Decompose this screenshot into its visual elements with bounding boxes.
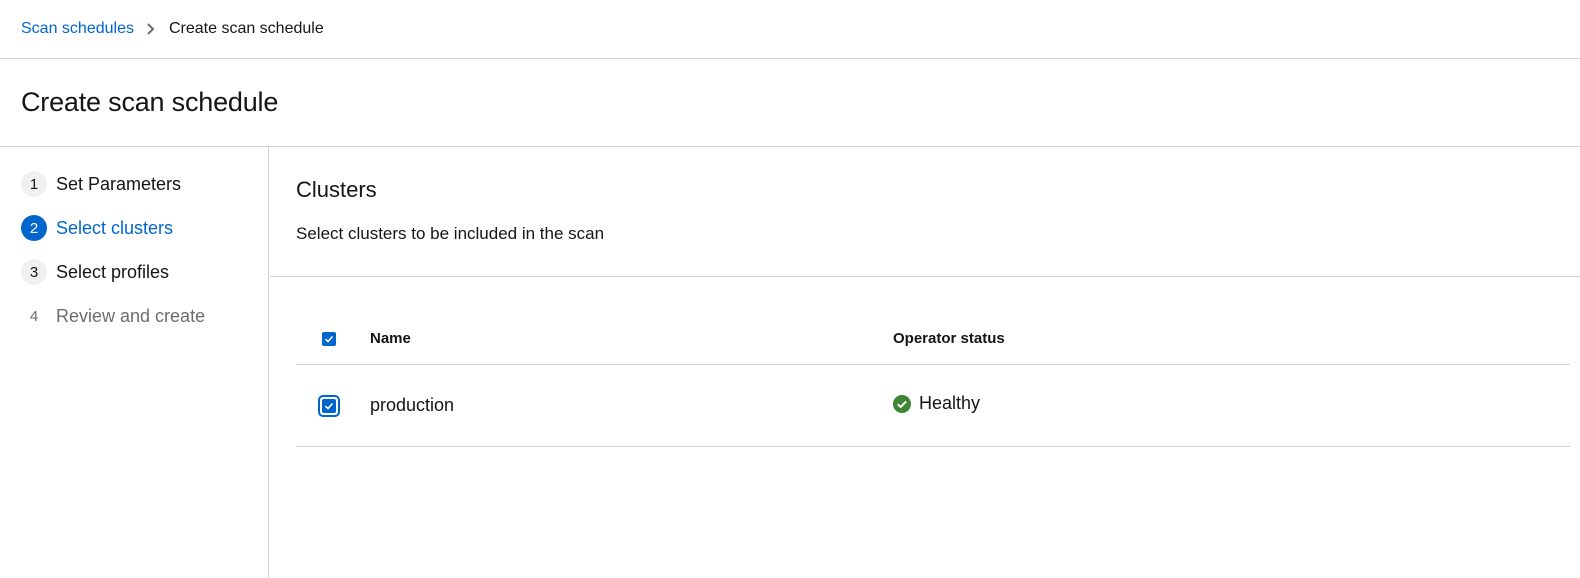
cluster-name: production <box>370 395 455 415</box>
wizard-step-review-and-create: 4 Review and create <box>0 303 268 329</box>
wizard-main: Clusters Select clusters to be included … <box>270 147 1580 578</box>
chevron-right-icon <box>146 23 155 35</box>
breadcrumb: Scan schedules Create scan schedule <box>0 0 1580 59</box>
checkmark-icon <box>324 402 334 410</box>
section-title: Clusters <box>296 177 377 202</box>
breadcrumb-current: Create scan schedule <box>168 20 324 37</box>
check-circle-icon <box>893 394 911 413</box>
page-title: Create scan schedule <box>21 87 279 117</box>
table-row: production Healthy <box>296 365 1570 447</box>
wizard-step-select-clusters[interactable]: 2 Select clusters <box>0 215 268 241</box>
step-label: Set Parameters <box>56 173 182 194</box>
step-number: 2 <box>21 215 47 241</box>
wizard-nav: 1 Set Parameters 2 Select clusters 3 Sel… <box>0 147 269 578</box>
page-header: Create scan schedule <box>0 59 1580 147</box>
column-header-name[interactable]: Name <box>370 330 893 347</box>
select-all-cell <box>296 331 370 346</box>
row-select-cell <box>296 394 370 417</box>
step-number: 1 <box>21 171 47 197</box>
step-label: Select profiles <box>56 261 170 282</box>
table-header: Name Operator status <box>296 313 1570 365</box>
clusters-table: Name Operator status production Healthy <box>296 313 1570 447</box>
step-number: 3 <box>21 259 47 285</box>
checkbox-fill <box>322 398 336 413</box>
step-label: Review and create <box>56 305 206 326</box>
breadcrumb-link-scan-schedules[interactable]: Scan schedules <box>21 20 134 38</box>
status-label: Healthy <box>919 393 981 413</box>
wizard-step-set-parameters[interactable]: 1 Set Parameters <box>0 171 268 197</box>
select-all-checkbox[interactable] <box>322 331 336 346</box>
wizard-step-select-profiles[interactable]: 3 Select profiles <box>0 259 268 285</box>
operator-status-cell: Healthy <box>893 393 1570 414</box>
step-label: Select clusters <box>56 217 174 238</box>
checkmark-icon <box>324 335 334 343</box>
section-header: Clusters Select clusters to be included … <box>270 147 1580 277</box>
step-number: 4 <box>29 307 39 325</box>
row-checkbox[interactable] <box>318 394 340 417</box>
column-header-operator-status[interactable]: Operator status <box>893 330 1570 347</box>
section-description: Select clusters to be included in the sc… <box>296 224 605 243</box>
